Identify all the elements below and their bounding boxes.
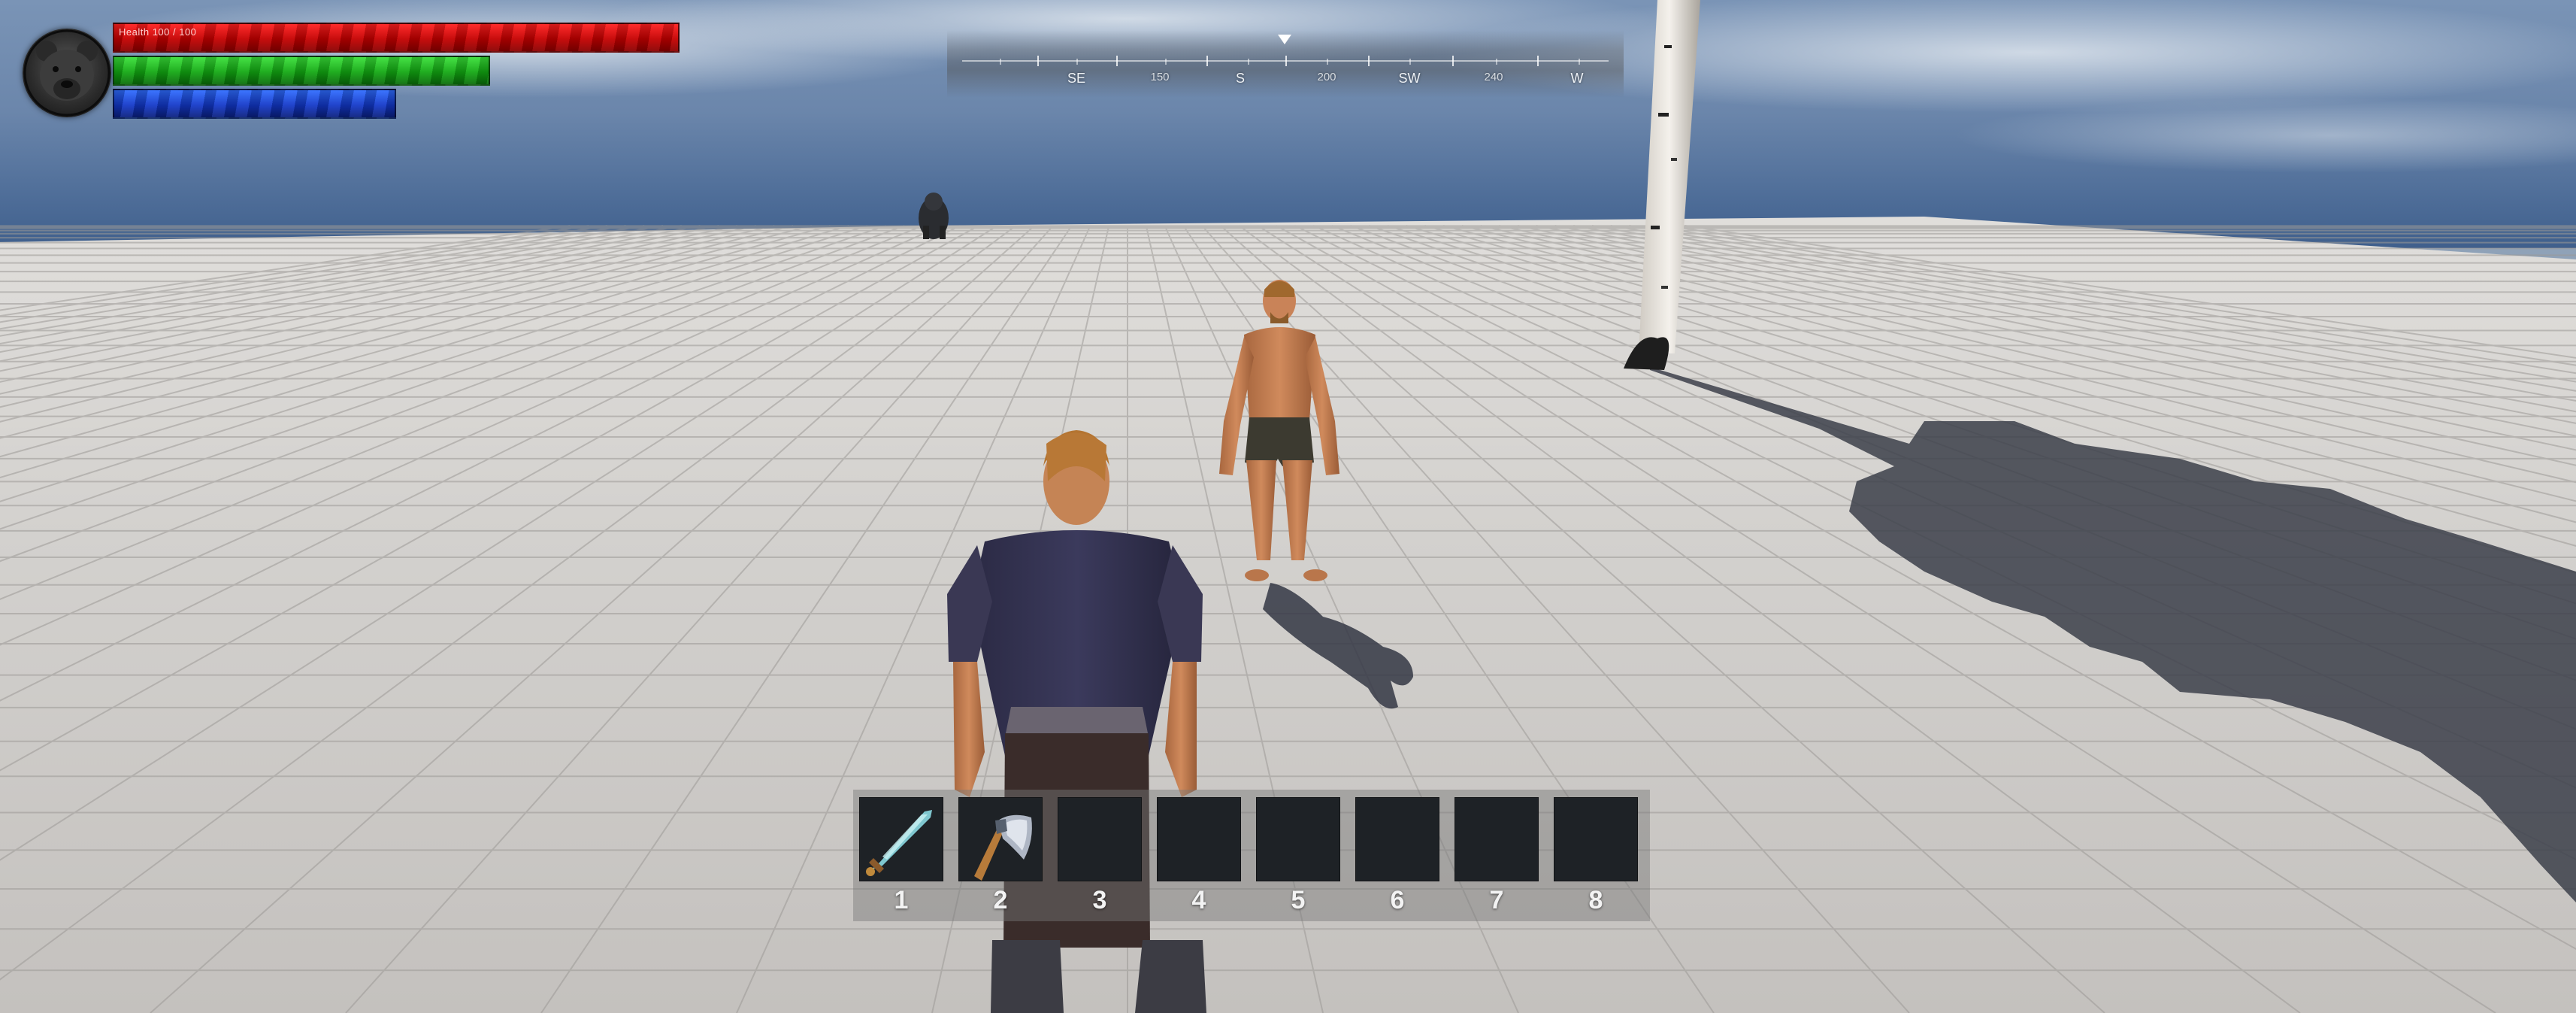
hotbar-slot-7[interactable] bbox=[1454, 797, 1539, 881]
game-viewport[interactable]: Health 100 / 100 SE 150 S 200 SW 240 W 1… bbox=[0, 0, 2576, 1013]
hotbar-slot-number: 6 bbox=[1390, 886, 1405, 914]
hotbar-slot-4[interactable] bbox=[1157, 797, 1241, 881]
compass-tick bbox=[1537, 56, 1539, 66]
axe-icon bbox=[974, 814, 1032, 881]
compass-heading: 150 bbox=[1150, 71, 1170, 83]
hotbar-slot-1[interactable] bbox=[859, 797, 943, 881]
compass-tick bbox=[1409, 59, 1411, 65]
hotbar: 1 2 3 4 5 6 7 8 bbox=[853, 790, 1650, 921]
hotbar-slot-8[interactable] bbox=[1554, 797, 1638, 881]
compass-tick bbox=[1496, 59, 1497, 65]
compass-heading: 240 bbox=[1484, 71, 1503, 83]
stamina-bar bbox=[113, 56, 490, 86]
compass-tick bbox=[1452, 56, 1454, 66]
compass-tick bbox=[1579, 59, 1580, 65]
compass-tick bbox=[1285, 56, 1287, 66]
mana-bar bbox=[113, 89, 396, 119]
health-bar-label: Health 100 / 100 bbox=[119, 26, 197, 38]
compass-tick bbox=[1037, 56, 1039, 66]
compass-strip: SE 150 S 200 SW 240 W bbox=[947, 30, 1624, 98]
compass-heading: S bbox=[1235, 71, 1246, 86]
compass-tick bbox=[1327, 59, 1328, 65]
health-bar: Health 100 / 100 bbox=[113, 23, 680, 53]
hotbar-slot-number: 4 bbox=[1191, 886, 1206, 914]
hotbar-slot-number: 8 bbox=[1588, 886, 1603, 914]
compass-heading: W bbox=[1570, 71, 1584, 86]
hotbar-slot-number: 5 bbox=[1291, 886, 1306, 914]
compass-tick bbox=[1076, 59, 1078, 65]
hotbar-slot-number: 1 bbox=[894, 886, 909, 914]
hotbar-slot-2[interactable] bbox=[958, 797, 1043, 881]
compass-tick bbox=[1248, 59, 1249, 65]
hotbar-slot-3[interactable] bbox=[1058, 797, 1142, 881]
compass-tick bbox=[1165, 59, 1167, 65]
crystal-sword-icon bbox=[866, 810, 932, 876]
compass-heading: SW bbox=[1398, 71, 1421, 86]
hotbar-slot-number: 2 bbox=[993, 886, 1008, 914]
bear-head-icon bbox=[23, 29, 111, 117]
hotbar-slot-number: 3 bbox=[1092, 886, 1107, 914]
compass-tick bbox=[1368, 56, 1370, 66]
compass-tick bbox=[1206, 56, 1208, 66]
triangle-down-icon bbox=[1278, 35, 1291, 44]
compass-heading: SE bbox=[1067, 71, 1086, 86]
compass-tick bbox=[1000, 59, 1001, 65]
hotbar-slot-6[interactable] bbox=[1355, 797, 1439, 881]
hotbar-slot-number: 7 bbox=[1489, 886, 1504, 914]
compass-heading: 200 bbox=[1317, 71, 1336, 83]
compass-tick bbox=[1116, 56, 1118, 66]
player-status-panel: Health 100 / 100 bbox=[23, 20, 699, 125]
hotbar-slot-5[interactable] bbox=[1256, 797, 1340, 881]
